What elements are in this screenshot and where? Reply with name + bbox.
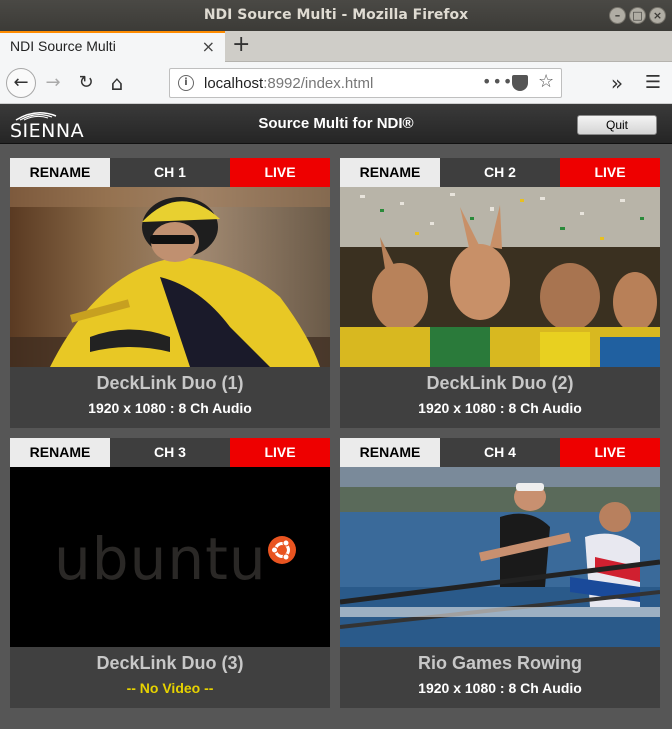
window-close-button[interactable]: ×: [649, 7, 666, 24]
live-button[interactable]: LIVE: [560, 438, 660, 467]
browser-tab[interactable]: NDI Source Multi ×: [0, 31, 225, 62]
channel-label: CH 4: [440, 438, 560, 467]
channel-card-4: RENAME CH 4 LIVE Rio Games Rowing 1920 x…: [340, 438, 660, 708]
info-icon[interactable]: i: [178, 75, 194, 91]
source-info: 1920 x 1080 : 8 Ch Audio: [88, 400, 252, 416]
no-video-status: -- No Video --: [126, 680, 214, 696]
source-info: 1920 x 1080 : 8 Ch Audio: [418, 680, 582, 696]
channel-label: CH 3: [110, 438, 230, 467]
window-title: NDI Source Multi - Mozilla Firefox: [203, 7, 469, 23]
channel-card-3: RENAME CH 3 LIVE ubuntu DeckLink Duo (3)…: [10, 438, 330, 708]
forward-icon[interactable]: →: [40, 70, 66, 96]
channel-toolbar: RENAME CH 4 LIVE: [340, 438, 660, 467]
tab-close-icon[interactable]: ×: [202, 37, 215, 56]
overflow-icon[interactable]: »: [604, 70, 630, 96]
crowd-image: [340, 187, 660, 367]
cyclist-image: [10, 187, 330, 367]
channel-toolbar: RENAME CH 3 LIVE: [10, 438, 330, 467]
rename-button[interactable]: RENAME: [10, 158, 110, 187]
app-header: SIENNA Source Multi for NDI® Quit: [0, 104, 672, 144]
source-name: Rio Games Rowing: [417, 653, 583, 673]
video-preview-ubuntu[interactable]: ubuntu: [10, 467, 330, 647]
back-icon[interactable]: ←: [6, 68, 36, 98]
app-title: Source Multi for NDI®: [258, 115, 414, 132]
video-preview-rowing[interactable]: [340, 467, 660, 647]
video-preview-cyclist[interactable]: [10, 187, 330, 367]
live-button[interactable]: LIVE: [230, 158, 330, 187]
window-minimize-button[interactable]: –: [609, 7, 626, 24]
window-titlebar: NDI Source Multi - Mozilla Firefox – □ ×: [0, 0, 672, 31]
live-button[interactable]: LIVE: [560, 158, 660, 187]
source-name: DeckLink Duo (1): [96, 373, 244, 393]
channel-card-2: RENAME CH 2 LIVE DeckLink Duo (2) 1920 x…: [340, 158, 660, 428]
tab-title: NDI Source Multi: [10, 38, 116, 54]
channel-card-1: RENAME CH 1 LIVE DeckLink Duo (1) 1920 x…: [10, 158, 330, 428]
quit-button[interactable]: Quit: [577, 115, 657, 135]
rename-button[interactable]: RENAME: [340, 438, 440, 467]
rename-button[interactable]: RENAME: [10, 438, 110, 467]
ubuntu-wordmark: ubuntu: [54, 525, 267, 593]
url-bar[interactable]: i localhost:8992/index.html ••• ☆: [169, 68, 562, 98]
pocket-icon[interactable]: [512, 75, 528, 91]
ubuntu-logo-icon: [268, 536, 296, 564]
menu-icon[interactable]: ☰: [640, 70, 666, 96]
home-icon[interactable]: ⌂: [104, 70, 130, 96]
source-name: DeckLink Duo (3): [96, 653, 244, 673]
channel-label: CH 2: [440, 158, 560, 187]
new-tab-icon[interactable]: +: [232, 32, 250, 57]
video-preview-crowd[interactable]: [340, 187, 660, 367]
channel-grid: RENAME CH 1 LIVE DeckLink Duo (1) 1920 x…: [0, 145, 672, 729]
reload-icon[interactable]: ↻: [73, 70, 99, 96]
channel-toolbar: RENAME CH 1 LIVE: [10, 158, 330, 187]
window-maximize-button[interactable]: □: [629, 7, 646, 24]
rename-button[interactable]: RENAME: [340, 158, 440, 187]
star-icon[interactable]: ☆: [538, 71, 554, 92]
channel-label: CH 1: [110, 158, 230, 187]
channel-toolbar: RENAME CH 2 LIVE: [340, 158, 660, 187]
url-text[interactable]: localhost:8992/index.html: [204, 75, 373, 92]
source-name: DeckLink Duo (2): [426, 373, 574, 393]
source-info: 1920 x 1080 : 8 Ch Audio: [418, 400, 582, 416]
navigation-bar: ← → ↻ ⌂ i localhost:8992/index.html ••• …: [0, 62, 672, 104]
live-button[interactable]: LIVE: [230, 438, 330, 467]
tab-strip: NDI Source Multi × +: [0, 31, 672, 62]
page-actions-icon[interactable]: •••: [482, 72, 513, 91]
rowing-image: [340, 467, 660, 647]
